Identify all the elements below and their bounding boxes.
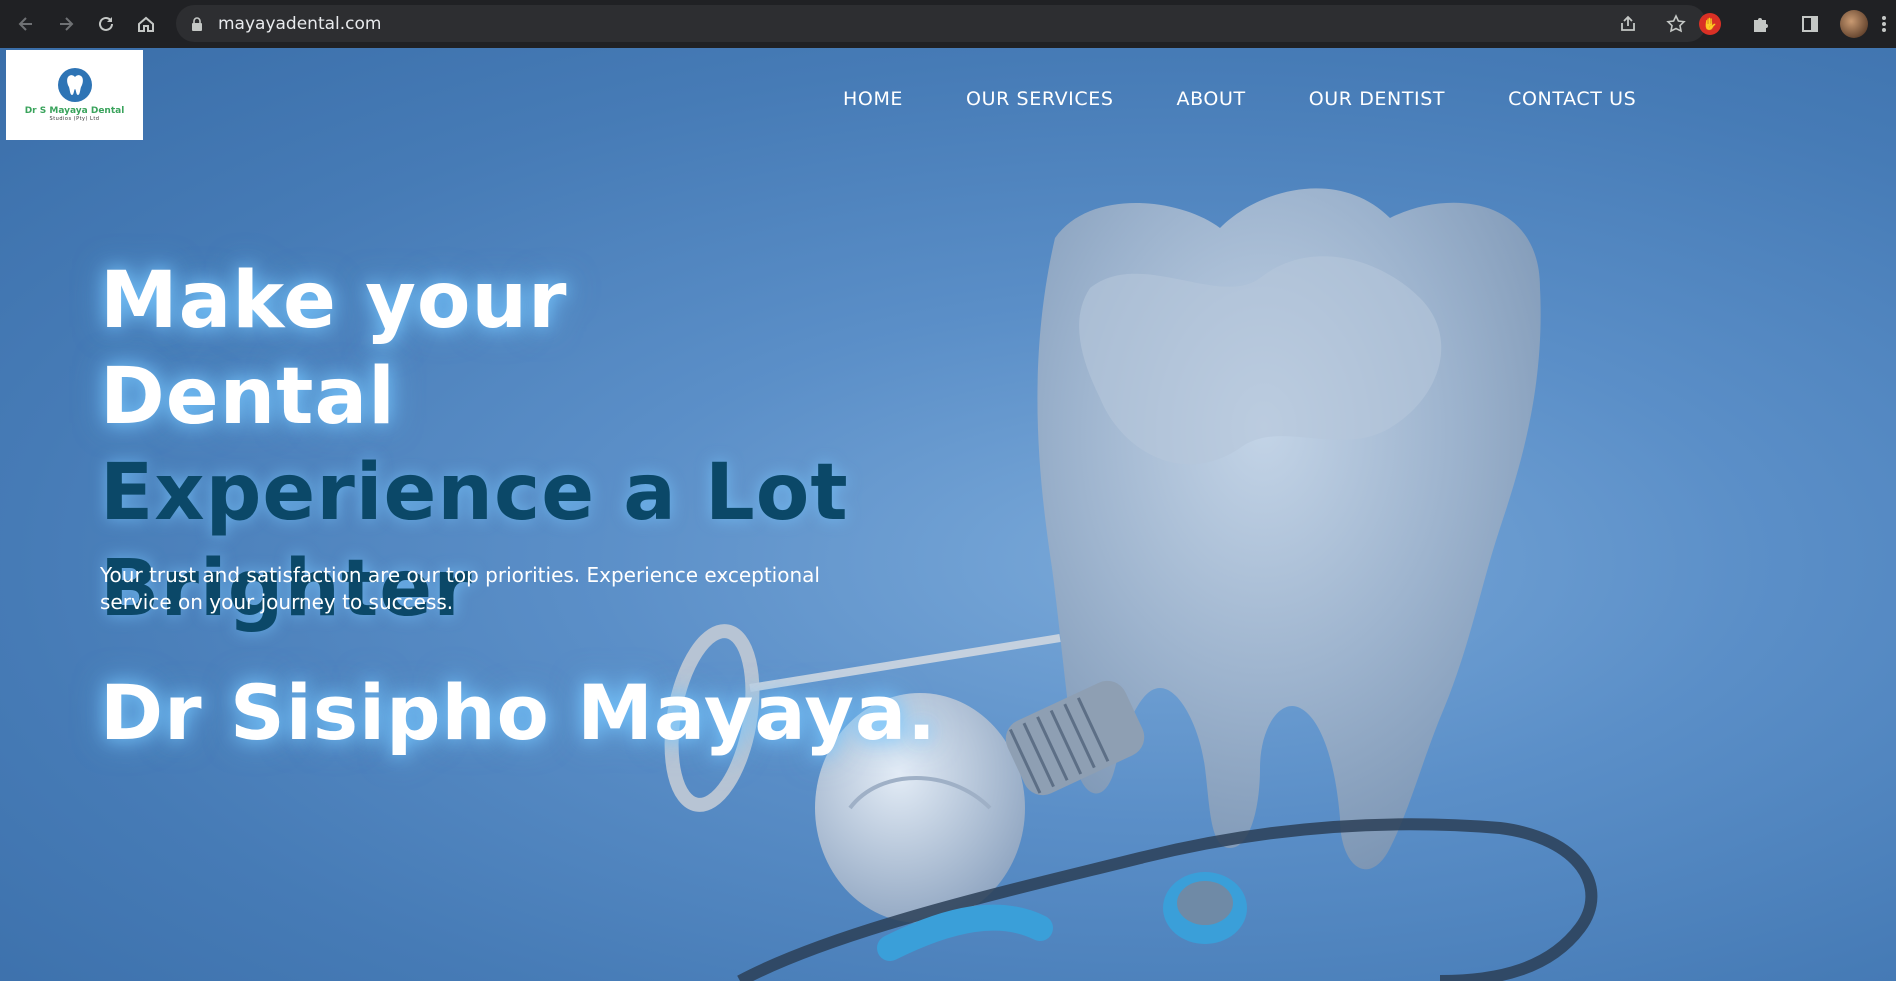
address-bar[interactable]: mayayadental.com xyxy=(176,5,1706,42)
profile-avatar[interactable] xyxy=(1840,10,1868,38)
share-icon[interactable] xyxy=(1608,4,1648,44)
doctor-name: Dr Sisipho Mayaya. xyxy=(100,668,938,757)
back-icon[interactable] xyxy=(6,4,46,44)
nav-about[interactable]: ABOUT xyxy=(1177,88,1246,110)
puzzle-icon[interactable] xyxy=(1740,4,1780,44)
logo-name: Dr S Mayaya Dental xyxy=(24,106,125,116)
nav-our-services[interactable]: OUR SERVICES xyxy=(966,88,1113,110)
reload-icon[interactable] xyxy=(86,4,126,44)
main-nav: HOME OUR SERVICES ABOUT OUR DENTIST CONT… xyxy=(843,88,1636,110)
forward-icon[interactable] xyxy=(46,4,86,44)
extension-icon[interactable]: ✋ xyxy=(1690,4,1730,44)
tooth-logo-icon xyxy=(57,68,92,102)
nav-contact-us[interactable]: CONTACT US xyxy=(1508,88,1636,110)
hero-line-2: Experience a Lot xyxy=(100,448,849,538)
browser-toolbar: mayayadental.com ✋ xyxy=(0,0,1896,48)
hero-line-1: Make your Dental xyxy=(100,256,568,442)
home-icon[interactable] xyxy=(126,4,166,44)
web-page: Dr S Mayaya Dental Studios (Pty) Ltd HOM… xyxy=(0,48,1896,981)
lock-icon[interactable] xyxy=(190,16,204,31)
hero-tagline: Your trust and satisfaction are our top … xyxy=(100,563,820,614)
nav-home[interactable]: HOME xyxy=(843,88,903,110)
logo-subtitle: Studios (Pty) Ltd xyxy=(49,116,100,122)
nav-our-dentist[interactable]: OUR DENTIST xyxy=(1309,88,1445,110)
sidepanel-icon[interactable] xyxy=(1790,4,1830,44)
url-text: mayayadental.com xyxy=(218,13,382,34)
site-logo[interactable]: Dr S Mayaya Dental Studios (Pty) Ltd xyxy=(6,50,143,140)
menu-icon[interactable] xyxy=(1878,4,1890,44)
